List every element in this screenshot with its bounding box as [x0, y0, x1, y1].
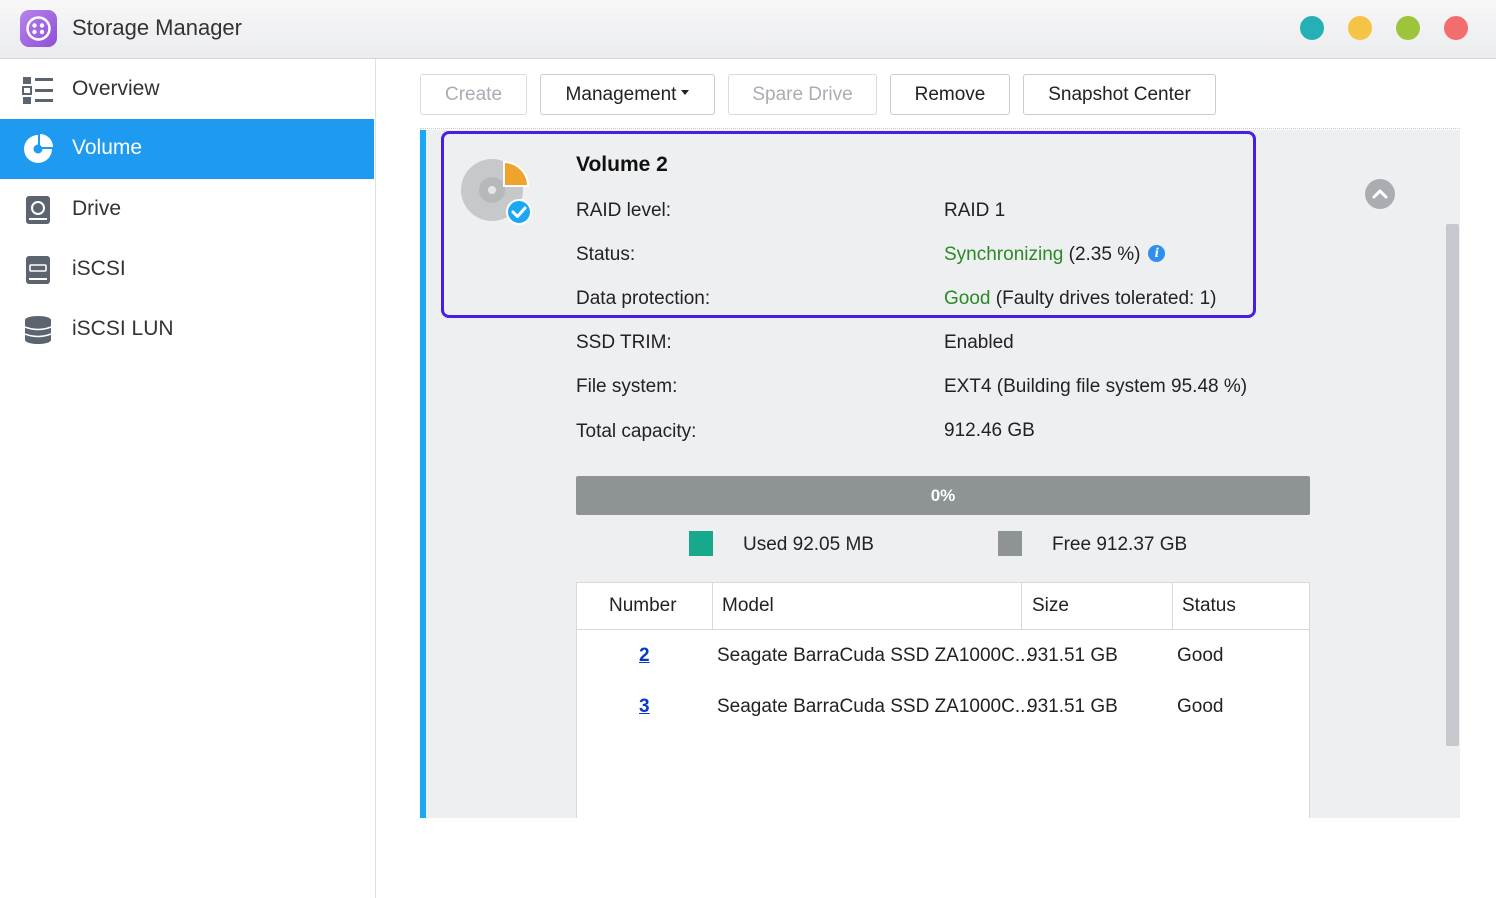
- drive-size: 931.51 GB: [1027, 645, 1118, 666]
- close-button[interactable]: [1444, 16, 1468, 40]
- used-legend-label: Used 92.05 MB: [743, 534, 874, 555]
- vertical-scrollbar[interactable]: [1446, 224, 1459, 746]
- capacity-usage-bar: 0%: [576, 476, 1310, 515]
- drive-size: 931.51 GB: [1027, 696, 1118, 717]
- toolbar-divider: [420, 128, 1460, 129]
- remove-button[interactable]: Remove: [890, 74, 1010, 115]
- drive-number-link[interactable]: 2: [639, 645, 650, 667]
- sidebar: Overview Volume Drive iSCSI iSCSI LUN: [0, 59, 376, 898]
- teal-window-button[interactable]: [1300, 16, 1324, 40]
- management-dropdown-button[interactable]: Management: [540, 74, 715, 115]
- caret-down-icon: [681, 90, 690, 95]
- snapshot-center-button[interactable]: Snapshot Center: [1023, 74, 1216, 115]
- sidebar-item-iscsi-lun[interactable]: iSCSI LUN: [0, 300, 374, 360]
- header-divider: [577, 629, 1309, 630]
- iscsi-icon: [22, 254, 54, 286]
- hard-drive-icon: [22, 194, 54, 226]
- collapse-button[interactable]: [1365, 179, 1395, 209]
- free-legend-swatch: [998, 531, 1022, 556]
- sidebar-item-overview[interactable]: Overview: [0, 60, 374, 120]
- usage-percent: 0%: [930, 485, 956, 505]
- column-header-model[interactable]: Model: [713, 583, 1022, 629]
- column-header-size[interactable]: Size: [1022, 583, 1173, 629]
- chevron-up-icon: [1372, 189, 1388, 199]
- file-system-value: EXT4 (Building file system 95.48 %): [944, 376, 1248, 397]
- highlight-annotation: [441, 131, 1256, 318]
- free-legend-label: Free 912.37 GB: [1052, 534, 1188, 555]
- title-bar: Storage Manager: [0, 0, 1496, 59]
- sidebar-item-label: iSCSI LUN: [72, 317, 174, 340]
- management-label: Management: [565, 83, 677, 105]
- selection-accent-bar: [420, 130, 426, 818]
- drive-status: Good: [1177, 645, 1224, 666]
- total-capacity-value: 912.46 GB: [944, 420, 1035, 441]
- create-button[interactable]: Create: [420, 74, 527, 115]
- volume-pie-icon: [22, 133, 54, 165]
- sidebar-item-label: Volume: [72, 136, 143, 159]
- ssd-trim-value: Enabled: [944, 332, 1014, 353]
- column-header-number[interactable]: Number: [577, 583, 713, 629]
- sidebar-item-iscsi[interactable]: iSCSI: [0, 240, 374, 300]
- list-icon: [22, 74, 54, 106]
- storage-manager-app-icon: [20, 10, 57, 47]
- spare-drive-button[interactable]: Spare Drive: [728, 74, 877, 115]
- sidebar-item-label: Overview: [72, 77, 160, 100]
- column-header-status[interactable]: Status: [1173, 583, 1309, 629]
- sidebar-item-label: Drive: [72, 197, 122, 220]
- maximize-button[interactable]: [1396, 16, 1420, 40]
- ssd-trim-label: SSD TRIM:: [576, 332, 672, 353]
- drive-model: Seagate BarraCuda SSD ZA1000C...: [717, 645, 1031, 666]
- sidebar-item-label: iSCSI: [72, 257, 126, 280]
- minimize-button[interactable]: [1348, 16, 1372, 40]
- sidebar-item-drive[interactable]: Drive: [0, 180, 374, 240]
- used-legend-swatch: [689, 531, 713, 556]
- drive-number-link[interactable]: 3: [639, 696, 650, 718]
- drive-status: Good: [1177, 696, 1224, 717]
- database-icon: [22, 314, 54, 346]
- drive-model: Seagate BarraCuda SSD ZA1000C...: [717, 696, 1031, 717]
- window-title: Storage Manager: [72, 15, 242, 40]
- sidebar-item-volume[interactable]: Volume: [0, 119, 374, 179]
- file-system-label: File system:: [576, 376, 678, 397]
- total-capacity-label: Total capacity:: [576, 421, 697, 442]
- drives-table: Number Model Size Status 2 Seagate Barra…: [576, 582, 1310, 818]
